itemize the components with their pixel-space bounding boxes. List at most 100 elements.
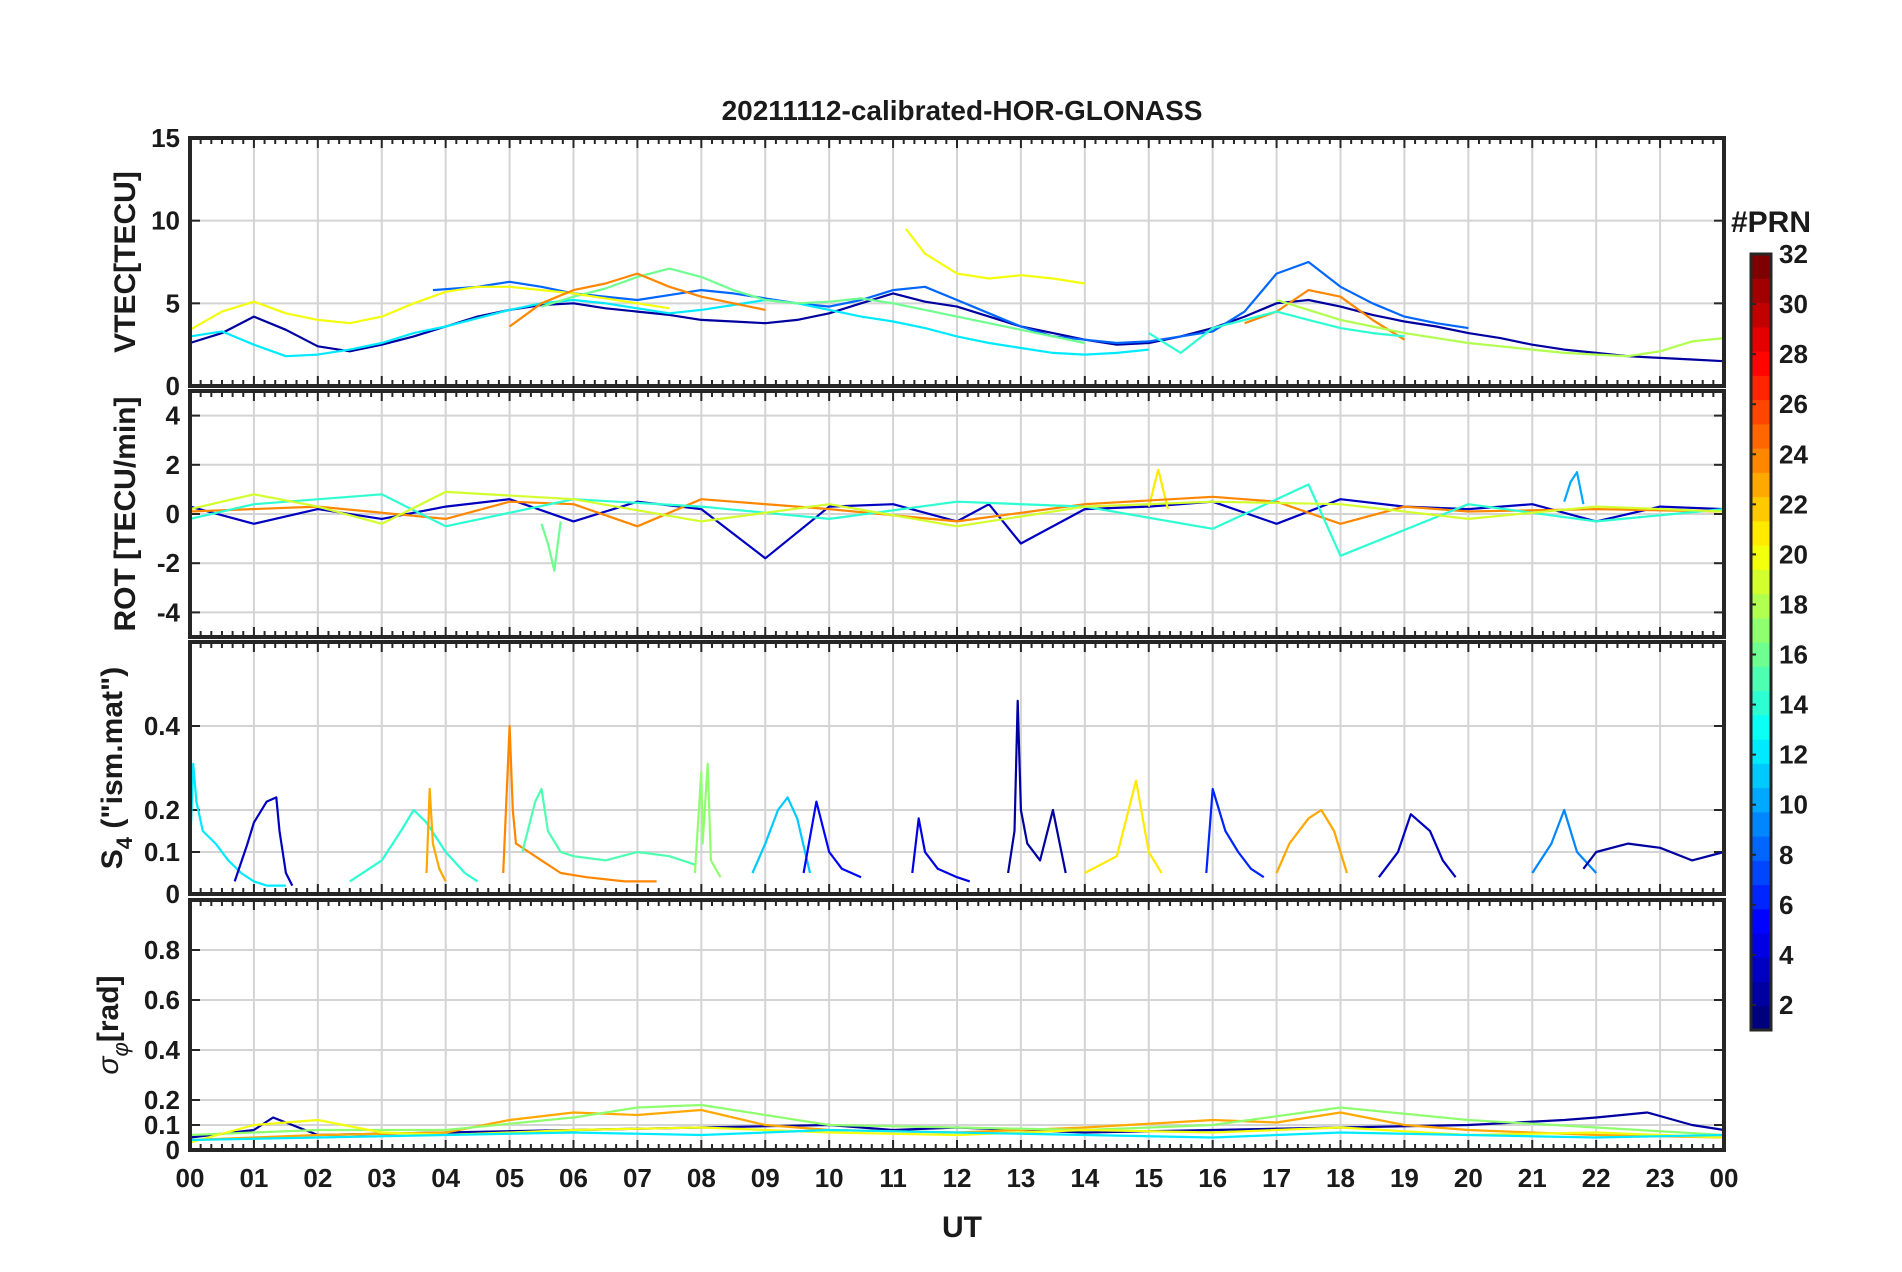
colorbar-tick-label: 10 [1779, 790, 1808, 820]
y-tick-label: 0.2 [144, 795, 180, 825]
x-tick-label: 12 [943, 1163, 972, 1193]
x-tick-label: 00 [1710, 1163, 1739, 1193]
panel-2: -4 -2 0 2 4 ROT [TECU/min] [109, 389, 1726, 639]
x-tick-label: 14 [1070, 1163, 1099, 1193]
y-tick-label: 0.2 [144, 1085, 180, 1115]
colorbar-tick-label: 8 [1779, 840, 1793, 870]
x-tick-label: 04 [431, 1163, 460, 1193]
y-tick-label: 0 [166, 879, 180, 909]
x-tick-label: 07 [623, 1163, 652, 1193]
x-tick-label: 22 [1582, 1163, 1611, 1193]
y-tick-label: 0.4 [144, 1035, 181, 1065]
y-axis-label: σφ[rad] [92, 975, 133, 1074]
panel-4: 00.10.20.40.60.8σφ[rad] [92, 898, 1726, 1165]
colorbar-swatch [1751, 423, 1771, 449]
colorbar-tick-label: 28 [1779, 339, 1808, 369]
y-tick-label: -4 [157, 597, 181, 627]
colorbar: 32 30 28 26 24 22 20 18 16 14 12 10 8 6 4 2 #PRN [1731, 206, 1811, 1032]
panel-1: 0 5 10 15 VTEC[TECU] [109, 123, 1726, 401]
colorbar-tick-label: 18 [1779, 589, 1808, 619]
colorbar-swatch [1751, 302, 1771, 328]
colorbar-swatch [1751, 278, 1771, 304]
y-tick-label: 10 [151, 206, 180, 236]
colorbar-tick-label: 6 [1779, 890, 1793, 920]
colorbar-swatch [1751, 787, 1771, 813]
chart-figure: 20211112-calibrated-HOR-GLONASS 051015VT… [92, 95, 1811, 1244]
colorbar-swatch [1751, 569, 1771, 595]
x-tick-label: 16 [1198, 1163, 1227, 1193]
colorbar-tick-label: 20 [1779, 539, 1808, 569]
x-tick-label: 01 [239, 1163, 268, 1193]
colorbar-swatch [1751, 836, 1771, 861]
y-tick-label: 0 [166, 371, 180, 401]
x-tick-label: 13 [1006, 1163, 1035, 1193]
x-tick-label: 09 [751, 1163, 780, 1193]
colorbar-swatch [1751, 593, 1771, 619]
colorbar-swatch [1751, 908, 1771, 934]
colorbar-tick-label: 24 [1779, 439, 1808, 469]
colorbar-swatch [1751, 472, 1771, 498]
colorbar-swatch [1751, 375, 1771, 401]
colorbar-swatch [1751, 496, 1771, 522]
chart-title: 20211112-calibrated-HOR-GLONASS [722, 95, 1203, 126]
colorbar-swatch [1751, 860, 1771, 886]
colorbar-swatch [1751, 763, 1771, 789]
x-tick-label: 15 [1134, 1163, 1163, 1193]
x-tick-label: 03 [367, 1163, 396, 1193]
colorbar-swatch [1751, 957, 1771, 983]
y-tick-label: 0.6 [144, 985, 180, 1015]
colorbar-swatch [1751, 1005, 1771, 1031]
y-axis-label: ROT [TECU/min] [109, 397, 142, 632]
y-tick-label: 2 [166, 450, 180, 480]
colorbar-tick-label: 14 [1779, 690, 1808, 720]
y-tick-label: -2 [157, 548, 180, 578]
x-tick-label: 11 [879, 1163, 907, 1193]
y-axis-label: S4 ("ism.mat") [96, 667, 137, 869]
y-tick-label: 0.4 [144, 711, 181, 741]
y-tick-label: 0.1 [144, 837, 180, 867]
colorbar-tick-label: 22 [1779, 489, 1808, 519]
x-tick-label: 05 [495, 1163, 524, 1193]
colorbar-swatch [1751, 981, 1771, 1007]
colorbar-swatch [1751, 520, 1771, 546]
y-axis-label: VTEC[TECU] [109, 171, 142, 353]
panels-layer: 0 5 10 15 VTEC[TECU] -4 -2 0 2 4 ROT [TECU/min] 0 0.… [92, 123, 1726, 1165]
colorbar-tick-label: 26 [1779, 389, 1808, 419]
x-tick-label: 23 [1646, 1163, 1675, 1193]
x-tick-label: 06 [559, 1163, 588, 1193]
colorbar-swatch [1751, 617, 1771, 643]
colorbar-tick-label: 4 [1779, 940, 1794, 970]
x-tick-label: 00 [176, 1163, 205, 1193]
x-tick-label: 10 [815, 1163, 844, 1193]
y-tick-label: 0 [166, 499, 180, 529]
colorbar-swatch [1751, 666, 1771, 692]
colorbar-swatch [1751, 739, 1771, 764]
colorbar-swatch [1751, 254, 1771, 279]
y-tick-label: 4 [166, 401, 181, 431]
colorbar-tick-label: 2 [1779, 990, 1793, 1020]
x-tick-label: 20 [1454, 1163, 1483, 1193]
colorbar-swatch [1751, 690, 1771, 716]
colorbar-swatch [1751, 714, 1771, 740]
x-tick-label: 18 [1326, 1163, 1355, 1193]
colorbar-swatch [1751, 326, 1771, 352]
panel-3: 0 0.1 0.2 0.4S4 ("ism.mat") [96, 640, 1726, 909]
colorbar-label: #PRN [1731, 206, 1811, 239]
y-tick-label: 5 [166, 288, 180, 318]
y-tick-label: 15 [151, 123, 180, 153]
x-axis-label: UT [942, 1211, 982, 1244]
colorbar-swatch [1751, 545, 1771, 570]
colorbar-swatch [1751, 811, 1771, 837]
colorbar-swatch [1751, 448, 1771, 473]
x-tick-label: 19 [1390, 1163, 1419, 1193]
x-tick-label: 08 [687, 1163, 716, 1193]
x-tick-label: 17 [1262, 1163, 1291, 1193]
colorbar-tick-label: 16 [1779, 640, 1808, 670]
x-axis: 00 01 02 03 04 05 06 07 08 09 10 11 12 13 14 15 16 17 18 19… [176, 1163, 1739, 1193]
colorbar-tick-label: 30 [1779, 289, 1808, 319]
x-tick-label: 02 [303, 1163, 332, 1193]
x-tick-label: 21 [1518, 1163, 1547, 1193]
colorbar-tick-label: 32 [1779, 239, 1808, 269]
y-tick-label: 0.8 [144, 935, 180, 965]
colorbar-tick-label: 12 [1779, 740, 1808, 770]
